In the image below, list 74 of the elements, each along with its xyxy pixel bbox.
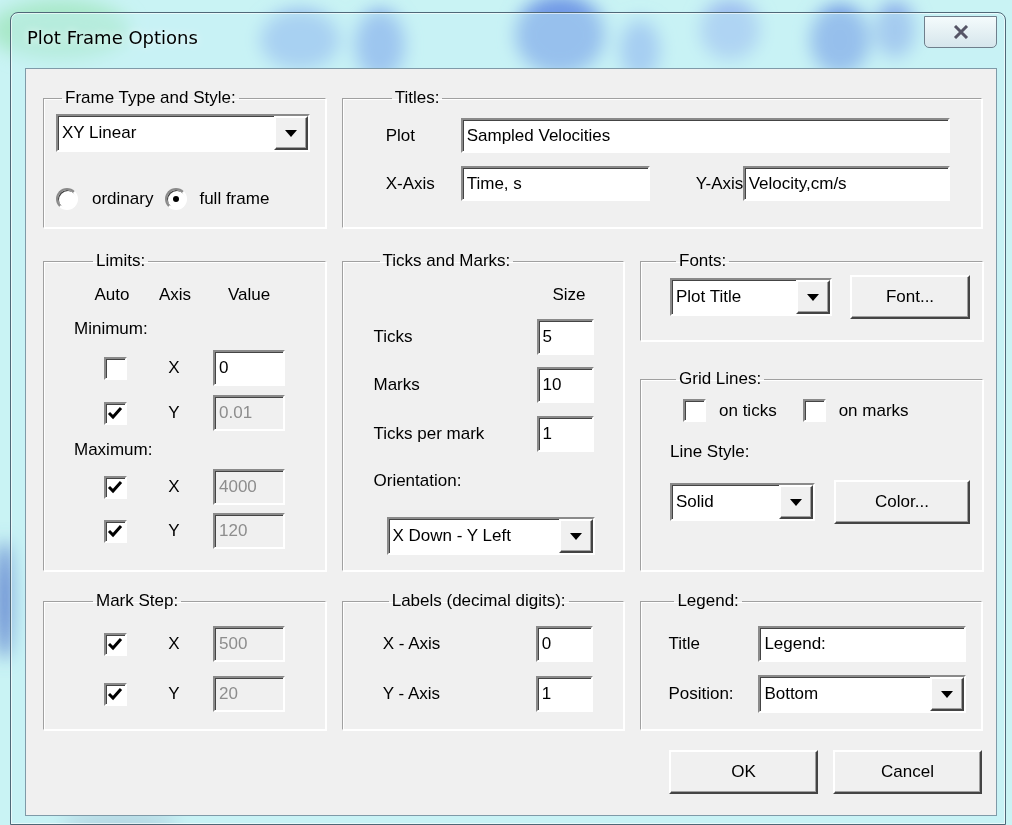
- label: X: [168, 634, 180, 654]
- label: Y - Axis: [382, 684, 441, 704]
- checkbox[interactable]: [802, 399, 826, 422]
- dropdown-button[interactable]: [274, 116, 308, 150]
- dropdown[interactable]: Solid: [670, 483, 815, 521]
- label: ordinary: [92, 189, 154, 209]
- caret-icon: [941, 690, 954, 698]
- label: Orientation:: [373, 471, 463, 491]
- group-label: Frame Type and Style:: [64, 88, 237, 108]
- text-field[interactable]: 0: [535, 626, 593, 662]
- text-field[interactable]: Legend:: [758, 626, 967, 662]
- group-label: Labels (decimal digits):: [390, 591, 567, 611]
- caret-icon: [569, 532, 582, 540]
- caret-icon: [807, 293, 819, 301]
- text-field[interactable]: 5: [536, 319, 594, 355]
- label: Y: [168, 684, 180, 704]
- caret-icon: [790, 498, 802, 506]
- label: Position:: [668, 684, 735, 704]
- text-field[interactable]: Sampled Velocities: [460, 118, 950, 153]
- dropdown-button[interactable]: [558, 519, 593, 553]
- label: Maximum:: [74, 440, 154, 460]
- group-label: Ticks and Marks:: [381, 251, 512, 271]
- text-field[interactable]: 10: [536, 367, 594, 403]
- radio-button[interactable]: [165, 188, 188, 210]
- label: Title: [668, 634, 701, 654]
- checkbox[interactable]: [103, 356, 127, 380]
- label: Ticks: [373, 327, 414, 347]
- text-field[interactable]: Time, s: [460, 166, 650, 201]
- label: Line Style:: [670, 442, 751, 462]
- dropdown[interactable]: Plot Title: [670, 278, 832, 316]
- radio-button[interactable]: [56, 188, 78, 210]
- label: Plot: [385, 125, 416, 146]
- label: Y: [168, 521, 180, 541]
- close-icon: [952, 25, 969, 39]
- label: X - Axis: [382, 634, 442, 654]
- dropdown-button[interactable]: [930, 677, 965, 711]
- dropdown[interactable]: XY Linear: [56, 114, 310, 152]
- text-field[interactable]: 1: [535, 676, 593, 712]
- group-label: Grid Lines:: [678, 369, 763, 389]
- label: X: [168, 358, 180, 378]
- label: Y-Axis: [695, 173, 743, 194]
- label: X-Axis: [385, 173, 436, 194]
- checkbox[interactable]: [683, 399, 706, 422]
- label: Size: [552, 285, 586, 305]
- group-label: Mark Step:: [95, 591, 180, 611]
- label: on ticks: [719, 400, 777, 421]
- text-field[interactable]: 1: [536, 416, 594, 452]
- dropdown[interactable]: Bottom: [758, 675, 967, 713]
- dropdown[interactable]: X Down - Y Left: [386, 517, 595, 555]
- group-label: Legend:: [676, 591, 740, 611]
- push-button[interactable]: Cancel: [833, 750, 982, 794]
- label: X: [168, 477, 180, 497]
- text-field[interactable]: 0: [213, 350, 285, 386]
- label: Value: [227, 285, 271, 305]
- group-label: Titles:: [393, 88, 441, 108]
- label: Y: [168, 403, 180, 423]
- label: full frame: [199, 189, 270, 209]
- label: Minimum:: [74, 319, 149, 339]
- dropdown-button[interactable]: [796, 280, 830, 314]
- text-field[interactable]: Velocity,cm/s: [742, 166, 950, 201]
- close-button[interactable]: [924, 16, 997, 48]
- group-label: Limits:: [95, 251, 147, 271]
- label: Ticks per mark: [373, 424, 486, 444]
- label: Auto: [94, 285, 130, 305]
- label: on marks: [838, 400, 909, 421]
- push-button[interactable]: Color...: [834, 480, 970, 524]
- label: Axis: [158, 285, 192, 305]
- push-button[interactable]: Font...: [850, 275, 970, 319]
- window-title: Plot Frame Options: [27, 27, 198, 48]
- label: Marks: [373, 375, 421, 395]
- dropdown-button[interactable]: [779, 485, 813, 519]
- group-label: Fonts:: [678, 251, 728, 271]
- push-button[interactable]: OK: [669, 750, 818, 794]
- caret-icon: [285, 129, 297, 137]
